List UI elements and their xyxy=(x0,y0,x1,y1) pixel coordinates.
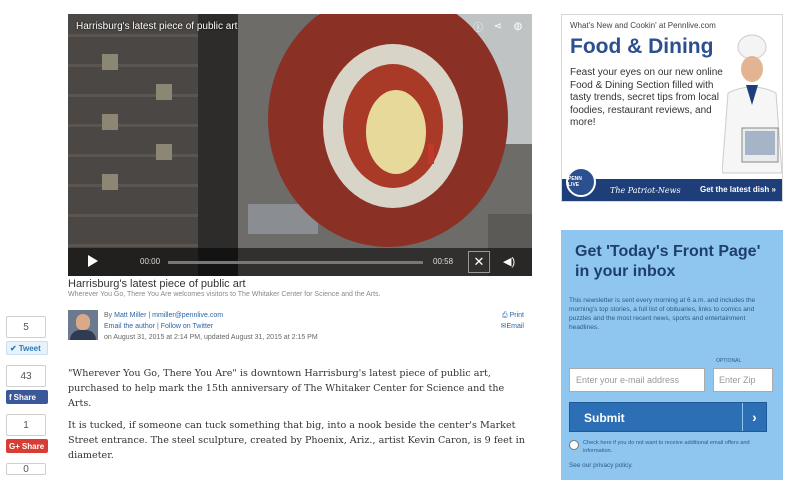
author-email-link[interactable]: mmiller@pennlive.com xyxy=(152,312,223,319)
dateline: on August 31, 2015 at 2:14 PM, updated A… xyxy=(104,334,318,341)
ad-footer-bar: PENN LIVE The Patriot-News Get the lates… xyxy=(562,167,782,201)
ad-heading: Food & Dining xyxy=(570,35,714,58)
video-title: Harrisburg's latest piece of public art xyxy=(76,21,238,32)
follow-twitter-link[interactable]: Follow on Twitter xyxy=(161,323,213,330)
facebook-icon: f xyxy=(9,392,12,402)
facebook-count: 43 xyxy=(6,365,46,387)
tweet-count: 5 xyxy=(6,316,46,338)
gplus-share-button[interactable]: G+ Share xyxy=(6,439,48,453)
video-player[interactable]: Harrisburg's latest piece of public art … xyxy=(68,14,532,276)
globe-icon[interactable]: ◍ xyxy=(512,20,524,32)
ad-body: Feast your eyes on our new online Food &… xyxy=(570,67,723,128)
article-paragraph: "Wherever You Go, There You Are" is down… xyxy=(68,368,505,409)
article-actions: ⎙ Print ✉Email xyxy=(501,310,524,332)
share-icon[interactable]: ⋖ xyxy=(492,20,504,32)
print-link[interactable]: ⎙ Print xyxy=(501,310,524,321)
article-paragraph: It is tucked, if someone can tuck someth… xyxy=(68,420,525,461)
email-label: Email xyxy=(506,323,524,330)
extra-share-count: 0 xyxy=(6,463,46,475)
author-avatar xyxy=(68,310,98,340)
zip-field[interactable]: Enter Zip xyxy=(713,368,773,392)
share-column: 5 ✔ Tweet 43 f Share 1 G+ Share 0 xyxy=(6,316,50,478)
newsletter-signup: Get 'Today's Front Page' in your inbox T… xyxy=(561,230,783,480)
facebook-share-label: Share xyxy=(13,392,36,402)
twitter-icon: ✔ xyxy=(10,343,17,353)
volume-icon[interactable]: ◀) xyxy=(503,255,515,268)
video-duration: 00:58 xyxy=(433,257,454,266)
submit-button[interactable]: Submit › xyxy=(569,402,767,432)
info-icon[interactable]: ⓘ xyxy=(472,20,484,34)
byline-sep: | xyxy=(156,323,159,330)
video-top-icons: ⓘ ⋖ ◍ xyxy=(472,20,524,34)
article-page: 5 ✔ Tweet 43 f Share 1 G+ Share 0 Harris… xyxy=(0,0,785,482)
play-icon[interactable] xyxy=(88,255,98,267)
email-field[interactable]: Enter your e-mail address xyxy=(569,368,705,392)
email-link[interactable]: ✉Email xyxy=(501,321,524,332)
opt-out-checkbox[interactable] xyxy=(569,440,579,450)
video-frame-image xyxy=(68,14,532,276)
gplus-icon: G+ xyxy=(9,441,20,451)
tweet-button[interactable]: ✔ Tweet xyxy=(6,341,48,355)
submit-label: Submit xyxy=(584,411,625,425)
zip-optional-label: OPTIONAL xyxy=(716,358,742,364)
chef-image xyxy=(722,34,782,174)
ad-cta[interactable]: Get the latest dish » xyxy=(700,185,776,194)
chevron-right-icon: › xyxy=(742,403,766,431)
facebook-share-button[interactable]: f Share xyxy=(6,390,48,404)
print-icon: ⎙ xyxy=(502,312,508,319)
tweet-label: Tweet xyxy=(18,343,41,353)
video-progress-bar[interactable] xyxy=(168,261,423,264)
opt-out-label: Check here if you do not want to receive… xyxy=(583,440,750,454)
email-author-link[interactable]: Email the author xyxy=(104,323,155,330)
pennlive-logo: PENN LIVE xyxy=(566,167,596,197)
fullscreen-icon[interactable]: ✕ xyxy=(468,251,490,273)
gplus-count: 1 xyxy=(6,414,46,436)
privacy-policy-link[interactable]: See our privacy policy. xyxy=(569,462,633,469)
byline-text: By Matt Miller | mmiller@pennlive.com Em… xyxy=(104,310,318,343)
video-caption-subtitle: Wherever You Go, There You Are welcomes … xyxy=(68,291,381,298)
avatar-face xyxy=(76,314,90,330)
ad-tagline: What's New and Cookin' at Pennlive.com xyxy=(570,21,716,30)
food-dining-ad[interactable]: What's New and Cookin' at Pennlive.com F… xyxy=(561,14,783,202)
article-body: "Wherever You Go, There You Are" is down… xyxy=(68,366,530,470)
gplus-share-label: Share xyxy=(21,441,45,451)
video-caption-title: Harrisburg's latest piece of public art xyxy=(68,278,246,290)
print-label: Print xyxy=(509,312,524,319)
patriot-news-logo: The Patriot-News xyxy=(610,186,681,195)
video-controls: 00:00 00:58 ✕ ◀) xyxy=(68,248,532,276)
byline: By Matt Miller | mmiller@pennlive.com Em… xyxy=(68,310,530,348)
newsletter-description: This newsletter is sent every morning at… xyxy=(569,297,756,331)
avatar-shirt xyxy=(70,330,96,340)
video-current-time: 00:00 xyxy=(140,257,161,266)
author-link[interactable]: Matt Miller xyxy=(114,312,146,319)
by-prefix: By xyxy=(104,312,113,319)
newsletter-heading: Get 'Today's Front Page' in your inbox xyxy=(575,243,761,280)
byline-sep: | xyxy=(148,312,151,319)
